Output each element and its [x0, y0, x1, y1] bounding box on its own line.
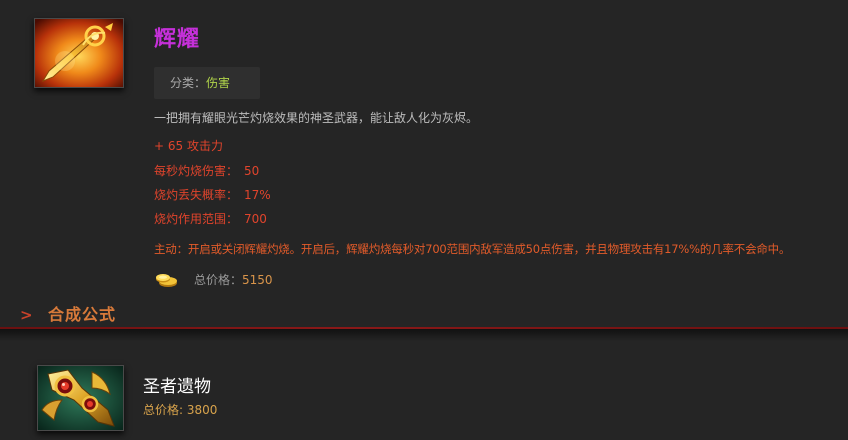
category-tag: 分类：伤害 — [154, 67, 260, 99]
stat-label: 每秒灼烧伤害： — [154, 164, 239, 178]
stat-attack-damage: + 65 攻击力 — [154, 137, 229, 155]
stat-label: 烧灼作用范围： — [154, 212, 239, 226]
divider-shadow — [0, 329, 848, 341]
item-cost: 总价格：5150 — [154, 269, 354, 291]
sacred-relic-icon — [38, 366, 123, 430]
stat-label: + 65 攻击力 — [154, 139, 223, 153]
section-title: 合成公式 — [48, 305, 117, 324]
item-title: 辉耀 — [154, 27, 201, 52]
gold-coins-icon — [156, 274, 177, 287]
recipe-item-cost: 总价格: 3800 — [143, 402, 217, 418]
stat-miss-chance: 烧灼丢失概率： 17% — [154, 186, 271, 204]
stat-value: 17% — [244, 188, 271, 202]
category-value[interactable]: 伤害 — [206, 76, 230, 90]
cost-label: 总价格： — [194, 273, 243, 287]
stat-value: 700 — [244, 212, 267, 226]
recipe-cost-label: 总价格: — [143, 403, 187, 417]
stat-burn-radius: 烧灼作用范围： 700 — [154, 210, 267, 228]
radiance-sword-icon — [35, 19, 123, 87]
chevron-right-icon: > — [20, 306, 33, 324]
active-ability-text: 主动：开启或关闭辉耀灼烧。开启后，辉耀灼烧每秒对700范围内敌军造成50点伤害，… — [154, 242, 791, 256]
item-image — [34, 18, 124, 88]
category-label: 分类： — [170, 76, 207, 90]
item-cost-text: 总价格：5150 — [194, 271, 273, 289]
item-detail-page: 辉耀 分类：伤害 一把拥有耀眼光芒灼烧效果的神圣武器，能让敌人化为灰烬。 + 6… — [0, 0, 848, 440]
recipe-cost-value: 3800 — [186, 403, 218, 417]
stat-label: 烧灼丢失概率： — [154, 188, 239, 202]
recipe-item-name[interactable]: 圣者遗物 — [143, 376, 211, 398]
stat-burn-damage: 每秒灼烧伤害： 50 — [154, 162, 259, 180]
recipe-item-image[interactable] — [37, 365, 124, 431]
stat-value: 50 — [244, 164, 260, 178]
item-description: 一把拥有耀眼光芒灼烧效果的神圣武器，能让敌人化为灰烬。 — [154, 111, 479, 125]
cost-value: 5150 — [242, 273, 273, 287]
recipe-section-header[interactable]: > 合成公式 — [0, 303, 848, 329]
